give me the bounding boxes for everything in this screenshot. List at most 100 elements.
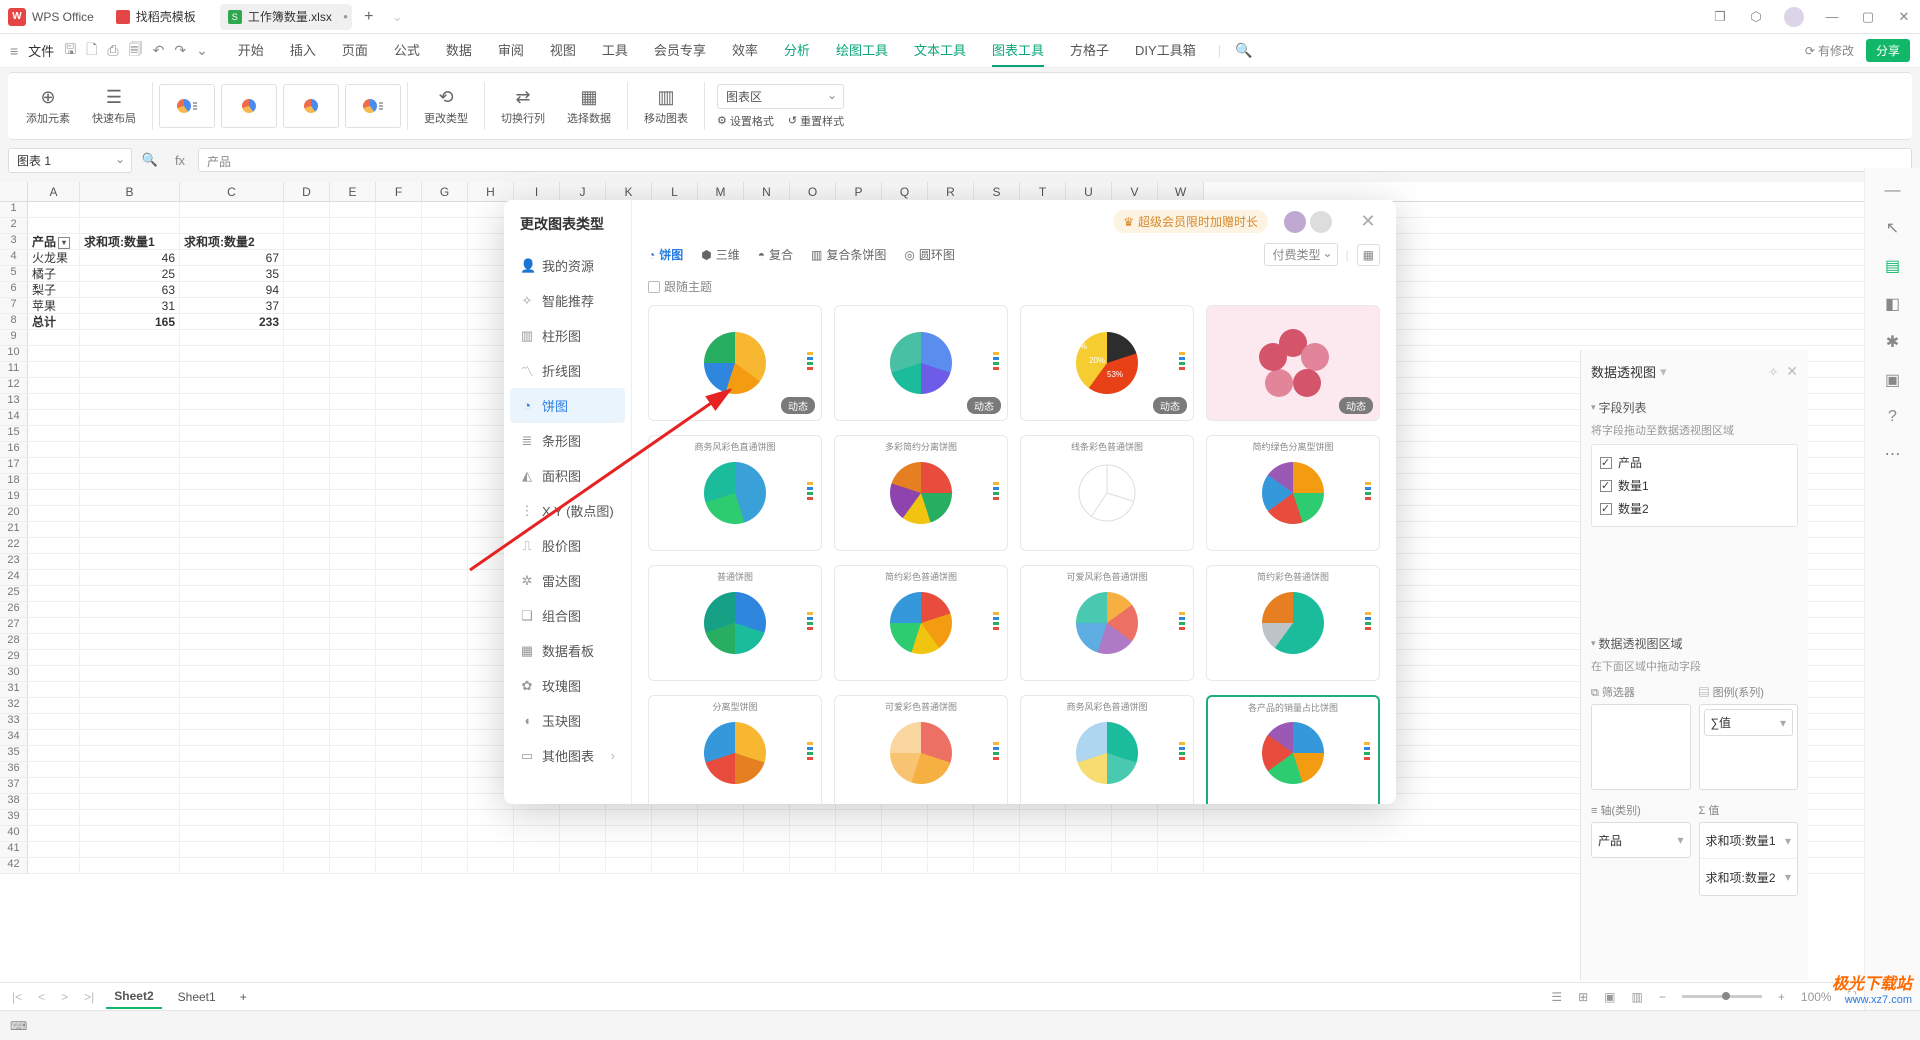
cell[interactable] (882, 826, 928, 841)
cell[interactable] (284, 282, 330, 297)
cell[interactable] (284, 250, 330, 265)
row-header[interactable]: 29 (0, 650, 28, 665)
cell[interactable] (376, 842, 422, 857)
tab-overflow-icon[interactable]: ⌄ (392, 9, 403, 25)
cell[interactable] (376, 394, 422, 409)
cell[interactable] (652, 858, 698, 873)
cell[interactable] (330, 250, 376, 265)
cell[interactable] (80, 410, 180, 425)
cell[interactable] (1020, 842, 1066, 857)
chart-category-item[interactable]: ⋮X Y (散点图) (504, 493, 631, 528)
cell[interactable] (28, 362, 80, 377)
zoom-out-button[interactable]: − (1659, 990, 1666, 1004)
quick-layout-button[interactable]: ☰ 快速布局 (82, 87, 146, 126)
cell[interactable]: 苹果 (28, 298, 80, 313)
row-header[interactable]: 27 (0, 618, 28, 633)
cell[interactable] (376, 346, 422, 361)
chart-category-item[interactable]: ≣条形图 (504, 423, 631, 458)
cell[interactable] (422, 826, 468, 841)
cell[interactable] (422, 282, 468, 297)
settings-icon[interactable]: ◧ (1885, 294, 1900, 314)
cell[interactable] (790, 810, 836, 825)
cell[interactable] (376, 666, 422, 681)
row-header[interactable]: 16 (0, 442, 28, 457)
cell[interactable] (422, 554, 468, 569)
nav-next-icon[interactable]: > (57, 990, 72, 1004)
column-header[interactable]: W (1158, 182, 1204, 201)
ribbon-tab[interactable]: 工具 (602, 34, 628, 67)
tab-close-icon[interactable]: • (343, 9, 348, 24)
cell[interactable] (284, 554, 330, 569)
cell[interactable] (80, 346, 180, 361)
chart-category-item[interactable]: ✿玫瑰图 (504, 668, 631, 703)
cell[interactable] (180, 826, 284, 841)
chart-category-item[interactable]: ❏组合图 (504, 598, 631, 633)
legend-value[interactable]: ∑值 (1711, 714, 1732, 731)
chart-category-item[interactable]: ◖玉玦图 (504, 703, 631, 738)
cell[interactable] (330, 202, 376, 217)
cell[interactable] (514, 810, 560, 825)
column-header[interactable]: M (698, 182, 744, 201)
row-header[interactable]: 23 (0, 554, 28, 569)
cell[interactable] (284, 410, 330, 425)
value-item[interactable]: 求和项:数量1 (1706, 832, 1776, 849)
cell[interactable] (330, 394, 376, 409)
cell[interactable] (744, 858, 790, 873)
cell[interactable] (284, 746, 330, 761)
cell[interactable] (422, 666, 468, 681)
cell[interactable] (422, 410, 468, 425)
cell[interactable] (180, 794, 284, 809)
cell[interactable] (80, 602, 180, 617)
reset-style-button[interactable]: ↺重置样式 (788, 113, 844, 129)
cell[interactable] (422, 618, 468, 633)
cell[interactable] (974, 842, 1020, 857)
cell[interactable] (698, 858, 744, 873)
cell[interactable] (180, 698, 284, 713)
row-header[interactable]: 8 (0, 314, 28, 329)
row-header[interactable]: 25 (0, 586, 28, 601)
cell[interactable] (284, 442, 330, 457)
cell[interactable] (652, 810, 698, 825)
cell[interactable] (330, 666, 376, 681)
cell[interactable] (80, 442, 180, 457)
cell[interactable] (180, 602, 284, 617)
column-header[interactable]: N (744, 182, 790, 201)
row-header[interactable]: 11 (0, 362, 28, 377)
cell[interactable] (330, 330, 376, 345)
cell[interactable] (1020, 826, 1066, 841)
cell[interactable] (330, 378, 376, 393)
ribbon-tab[interactable]: 分析 (784, 34, 810, 67)
cell[interactable] (790, 858, 836, 873)
cell[interactable] (284, 570, 330, 585)
cell[interactable] (28, 218, 80, 233)
cell[interactable]: 求和项:数量2 (180, 234, 284, 249)
cell[interactable]: 165 (80, 314, 180, 329)
column-header[interactable]: D (284, 182, 330, 201)
save-icon[interactable]: 🖫 (64, 39, 76, 63)
cell[interactable] (80, 218, 180, 233)
cell[interactable] (180, 458, 284, 473)
cell[interactable] (376, 314, 422, 329)
cell[interactable] (28, 682, 80, 697)
cell[interactable] (422, 538, 468, 553)
cell[interactable] (28, 618, 80, 633)
row-header[interactable]: 40 (0, 826, 28, 841)
cell[interactable] (422, 202, 468, 217)
cell[interactable] (698, 826, 744, 841)
cell[interactable] (376, 650, 422, 665)
cell[interactable] (284, 618, 330, 633)
redo-icon[interactable]: ↷ (174, 42, 186, 59)
cell[interactable] (180, 410, 284, 425)
collapse-icon[interactable]: — (1885, 182, 1901, 200)
cell[interactable] (790, 842, 836, 857)
cell[interactable] (376, 746, 422, 761)
row-header[interactable]: 32 (0, 698, 28, 713)
cell[interactable] (882, 858, 928, 873)
cell[interactable] (422, 378, 468, 393)
axis-value[interactable]: 产品 (1598, 832, 1622, 849)
follow-theme-row[interactable]: 跟随主题 (632, 274, 1396, 305)
column-header[interactable]: R (928, 182, 974, 201)
cell[interactable] (422, 842, 468, 857)
cell[interactable]: 求和项:数量1 (80, 234, 180, 249)
cell[interactable] (80, 618, 180, 633)
